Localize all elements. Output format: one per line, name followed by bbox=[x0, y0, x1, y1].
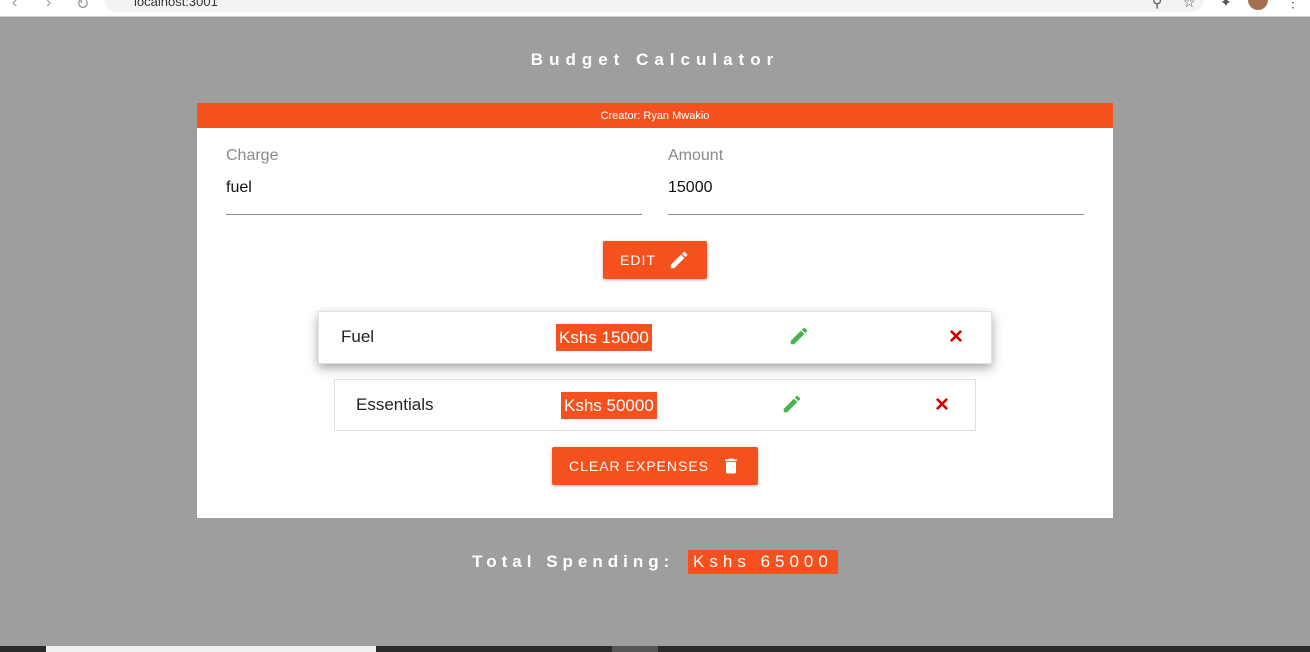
total-spending-label: Total Spending: bbox=[472, 552, 675, 571]
expense-name: Fuel bbox=[341, 327, 375, 346]
budget-card: Creator: Ryan Mwakio Charge fuel Amount … bbox=[197, 103, 1113, 518]
clear-expenses-label: CLEAR EXPENSES bbox=[568, 458, 710, 474]
expense-item: Essentials Kshs 50000 bbox=[334, 379, 976, 431]
extensions-icon[interactable]: ✦ bbox=[1220, 0, 1232, 11]
bookmark-star-icon[interactable]: ☆ bbox=[1183, 0, 1196, 11]
taskbar-active-window[interactable] bbox=[46, 646, 376, 652]
delete-expense-close-icon[interactable] bbox=[933, 395, 951, 413]
expense-amount-badge: Kshs 15000 bbox=[556, 324, 652, 351]
charge-label: Charge bbox=[226, 147, 279, 164]
clear-expenses-button[interactable]: CLEAR EXPENSES bbox=[552, 447, 758, 485]
taskbar-window[interactable] bbox=[612, 646, 658, 652]
total-spending-amount: Kshs 65000 bbox=[688, 550, 838, 574]
amount-input[interactable]: 15000 bbox=[668, 179, 1084, 215]
edit-submit-label: EDIT bbox=[620, 252, 656, 268]
zoom-icon[interactable]: ⚲ bbox=[1152, 0, 1162, 11]
menu-kebab-icon[interactable]: ⋮ bbox=[1286, 0, 1300, 11]
edit-expense-pencil-icon[interactable] bbox=[788, 325, 810, 347]
creator-banner: Creator: Ryan Mwakio bbox=[197, 103, 1113, 128]
pencil-icon bbox=[670, 251, 688, 269]
amount-label: Amount bbox=[668, 147, 724, 164]
forward-icon[interactable]: › bbox=[46, 0, 51, 12]
charge-input[interactable]: fuel bbox=[226, 179, 642, 215]
reload-icon[interactable]: ↻ bbox=[76, 0, 89, 14]
profile-avatar[interactable] bbox=[1248, 0, 1268, 10]
expense-item: Fuel Kshs 15000 bbox=[318, 311, 992, 364]
browser-toolbar: ‹ › ↻ localhost:3001 ⚲ ☆ ✦ ⋮ bbox=[0, 0, 1310, 17]
delete-expense-close-icon[interactable] bbox=[947, 327, 965, 345]
charge-field: Charge fuel bbox=[226, 147, 642, 215]
expense-name: Essentials bbox=[356, 395, 434, 414]
edit-submit-button[interactable]: EDIT bbox=[603, 241, 707, 279]
address-bar[interactable] bbox=[104, 0, 1204, 12]
os-taskbar bbox=[0, 646, 1310, 652]
back-icon[interactable]: ‹ bbox=[12, 0, 17, 12]
trash-icon bbox=[725, 458, 737, 474]
expense-amount-badge: Kshs 50000 bbox=[561, 392, 657, 419]
edit-expense-pencil-icon[interactable] bbox=[781, 393, 803, 415]
total-spending: Total Spending: Kshs 65000 bbox=[0, 550, 1310, 574]
amount-field: Amount 15000 bbox=[668, 147, 1084, 215]
app-title: Budget Calculator bbox=[530, 50, 780, 69]
address-url[interactable]: localhost:3001 bbox=[134, 0, 218, 9]
